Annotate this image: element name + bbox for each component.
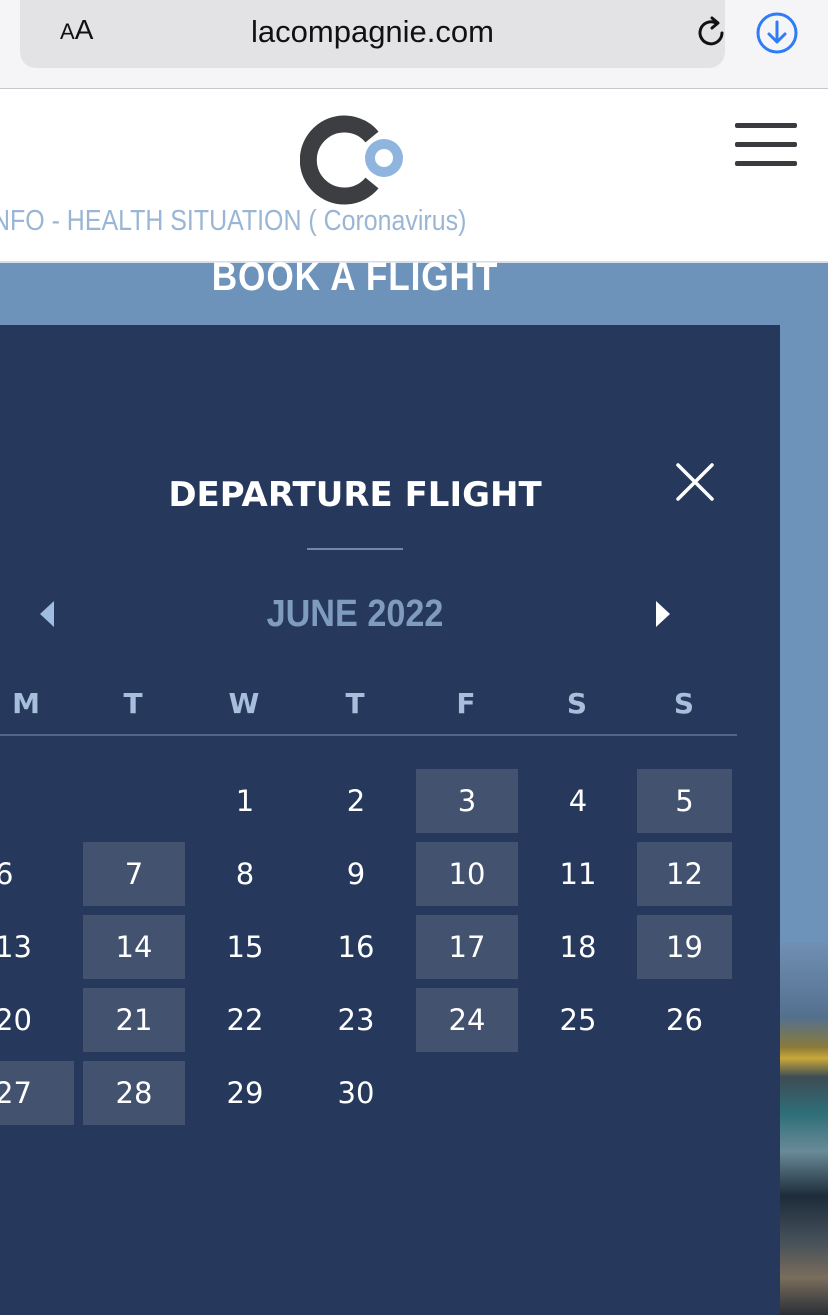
calendar-day-available[interactable]: 14 — [83, 915, 185, 979]
address-bar[interactable]: AA lacompagnie.com — [20, 0, 725, 68]
calendar-title: DEPARTURE FLIGHT — [168, 475, 542, 515]
health-situation-link[interactable]: NFO - HEALTH SITUATION ( Coronavirus) — [0, 205, 466, 238]
download-icon[interactable] — [754, 10, 800, 56]
calendar-day: 16 — [337, 930, 375, 964]
calendar-day: 18 — [559, 930, 597, 964]
calendar-day-available[interactable]: 17 — [416, 915, 518, 979]
calendar-day: 25 — [559, 1003, 597, 1037]
close-icon[interactable] — [674, 461, 716, 503]
calendar-day: 8 — [235, 857, 255, 891]
calendar-day-available[interactable]: 3 — [416, 769, 518, 833]
browser-toolbar: AA lacompagnie.com — [0, 0, 828, 89]
weekday-header: T — [345, 687, 365, 720]
calendar-day-available[interactable]: 27 — [0, 1061, 74, 1125]
background-photo — [780, 943, 828, 1315]
calendar-day: 1 — [235, 784, 255, 818]
calendar-day: 2 — [346, 784, 366, 818]
calendar-day-available[interactable]: 21 — [83, 988, 185, 1052]
calendar-day: 6 — [0, 857, 14, 891]
calendar-day: 4 — [568, 784, 588, 818]
calendar-day: 22 — [226, 1003, 264, 1037]
calendar-day-available[interactable]: 5 — [637, 769, 732, 833]
calendar-day: 26 — [666, 1003, 703, 1037]
weekday-header: M — [12, 687, 40, 720]
weekday-header: T — [123, 687, 143, 720]
calendar-day-available[interactable]: 24 — [416, 988, 518, 1052]
departure-calendar: DEPARTURE FLIGHT JUNE 2022 M T W T F S S… — [0, 325, 780, 1315]
weekday-divider — [0, 734, 737, 736]
weekday-header: S — [673, 687, 695, 720]
calendar-day-available[interactable]: 12 — [637, 842, 732, 906]
weekday-header: S — [566, 687, 588, 720]
menu-icon[interactable] — [735, 123, 797, 167]
weekday-header: W — [228, 687, 260, 720]
month-label: JUNE 2022 — [266, 593, 444, 635]
title-divider — [307, 548, 403, 550]
calendar-day: 20 — [0, 1003, 32, 1037]
weekday-header: F — [456, 687, 476, 720]
section-title: BOOK A FLIGHT — [211, 255, 499, 299]
calendar-day-available[interactable]: 28 — [83, 1061, 185, 1125]
calendar-day: 9 — [346, 857, 366, 891]
reload-icon[interactable] — [692, 14, 730, 52]
calendar-day: 23 — [337, 1003, 375, 1037]
calendar-day: 13 — [0, 930, 32, 964]
next-month-icon[interactable] — [652, 599, 674, 629]
calendar-day-available[interactable]: 7 — [83, 842, 185, 906]
url-text[interactable]: lacompagnie.com — [20, 14, 725, 50]
site-header: NFO - HEALTH SITUATION ( Coronavirus) — [0, 89, 828, 263]
company-logo[interactable] — [300, 115, 412, 205]
calendar-day: 11 — [559, 857, 597, 891]
calendar-day: 15 — [226, 930, 264, 964]
calendar-day: 30 — [337, 1076, 375, 1110]
calendar-day: 29 — [226, 1076, 264, 1110]
calendar-day-available[interactable]: 10 — [416, 842, 518, 906]
calendar-day-available[interactable]: 19 — [637, 915, 732, 979]
